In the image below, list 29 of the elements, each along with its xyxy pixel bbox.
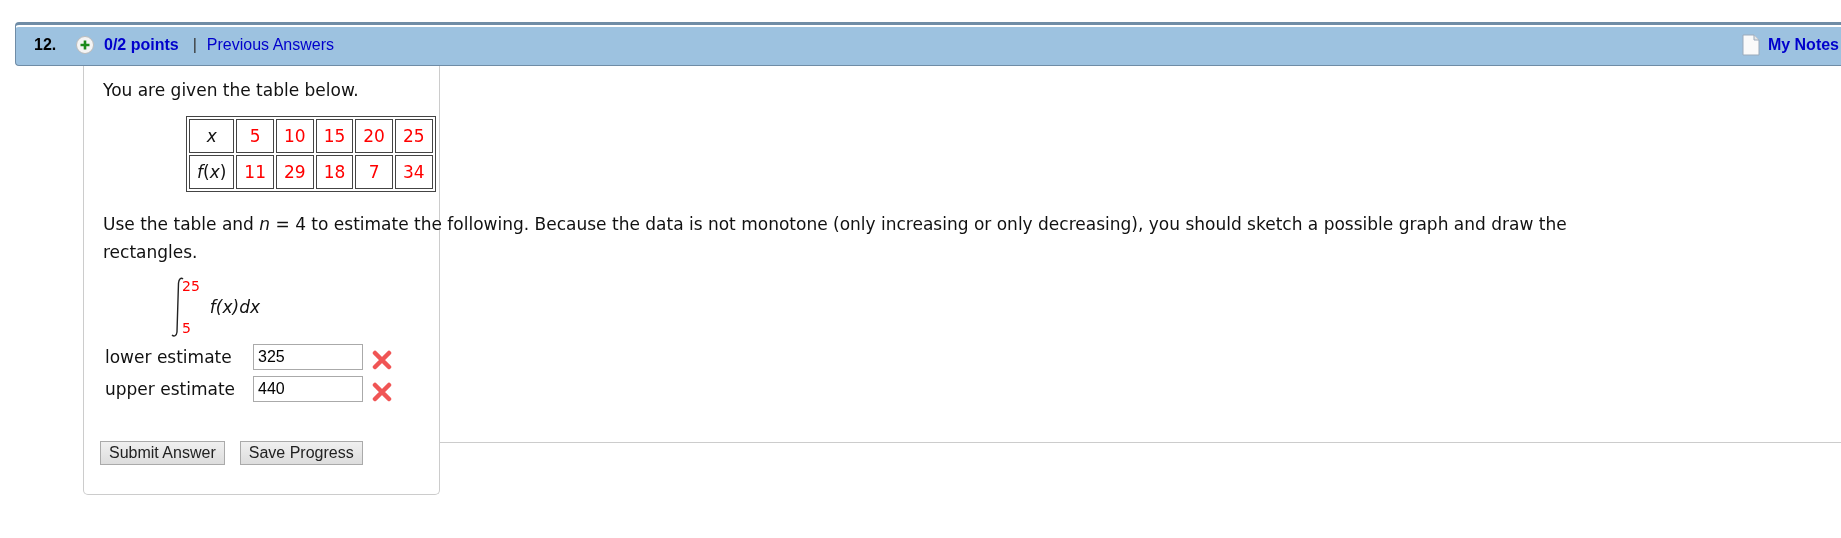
intro-text: You are given the table below. xyxy=(103,79,360,102)
table-header-cell: f(x) xyxy=(189,155,235,189)
table-cell: 25 xyxy=(394,119,433,153)
upper-limit: 25 xyxy=(182,278,200,294)
previous-answers-link[interactable]: Previous Answers xyxy=(206,36,334,54)
table-header-cell: x xyxy=(189,119,235,153)
lower-limit: 5 xyxy=(182,320,192,336)
form-button[interactable]: Save Progress xyxy=(239,441,363,465)
answer-field[interactable]: 440 xyxy=(253,376,363,402)
table-cell: 20 xyxy=(355,119,393,153)
my-notes-link[interactable]: My Notes xyxy=(1767,36,1839,54)
separator: | xyxy=(192,36,197,54)
answer-label: upper estimate xyxy=(105,379,236,399)
plus-icon[interactable] xyxy=(76,36,94,54)
instruction-text: Use the table and n = 4 to estimate the following. Because the data is not monotone (only increasing or only decreasing), you should sketch a possible graph and draw the rectangles. xyxy=(103,213,1568,264)
question-number: 12. xyxy=(34,36,58,54)
integrand-text: f(x)dx xyxy=(209,297,260,317)
answer-label: lower estimate xyxy=(105,347,233,367)
table-cell: 5 xyxy=(236,119,274,153)
table-cell: 18 xyxy=(315,155,354,189)
points-label: 0/2 points xyxy=(104,36,179,54)
table-cell: 29 xyxy=(276,155,314,189)
table-cell: 7 xyxy=(355,155,393,189)
answer-field[interactable]: 325 xyxy=(253,344,363,370)
table-cell: 11 xyxy=(236,155,274,189)
form-button[interactable]: Submit Answer xyxy=(100,441,225,465)
table-cell: 15 xyxy=(315,119,354,153)
table-cell: 34 xyxy=(394,155,433,189)
table-cell: 10 xyxy=(276,119,314,153)
